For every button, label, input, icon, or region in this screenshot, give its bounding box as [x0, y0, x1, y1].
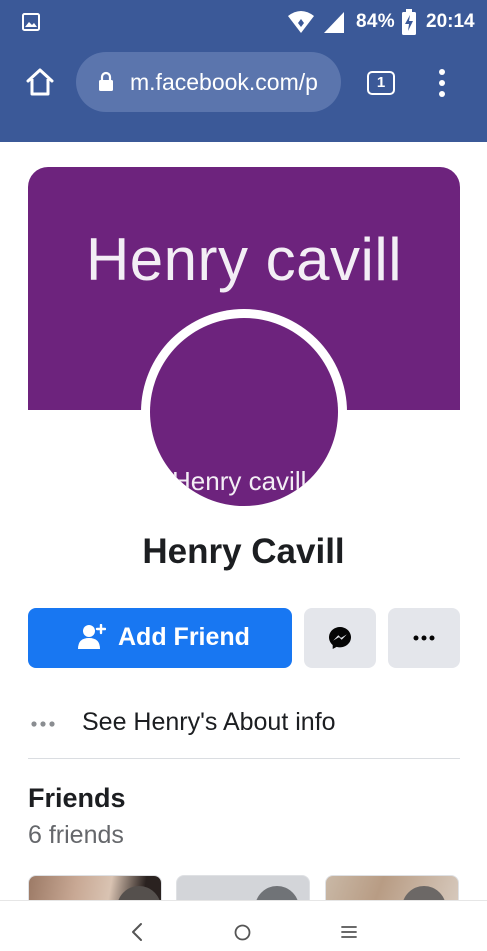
more-horizontal-icon — [31, 721, 55, 727]
back-icon[interactable] — [130, 922, 144, 942]
friends-heading: Friends — [28, 783, 126, 813]
messenger-icon — [329, 627, 351, 649]
add-friend-button[interactable]: Add Friend — [28, 608, 292, 668]
more-options-button[interactable] — [388, 608, 460, 668]
signal-icon — [324, 12, 344, 33]
battery-percentage: 84% — [356, 11, 395, 32]
navigation-bar — [0, 900, 487, 951]
image-icon — [22, 13, 40, 31]
home-circle-icon[interactable] — [234, 924, 251, 941]
address-bar[interactable]: m.facebook.com/p — [76, 52, 341, 112]
more-horizontal-icon — [413, 635, 435, 641]
more-vert-icon[interactable] — [430, 68, 454, 98]
clock: 20:14 — [426, 11, 475, 32]
add-friend-label: Add Friend — [118, 623, 250, 651]
status-bar: 84% 20:14 — [0, 0, 487, 44]
avatar-text: Henry cavill — [172, 466, 307, 496]
recents-icon[interactable] — [341, 924, 357, 940]
friends-count: 6 friends — [28, 821, 124, 849]
url-text: m.facebook.com/p — [130, 69, 318, 95]
add-friend-icon — [78, 624, 106, 649]
about-label: See Henry's About info — [82, 708, 336, 736]
divider — [28, 758, 460, 759]
browser-toolbar: m.facebook.com/p 1 — [0, 44, 487, 142]
tabs-icon[interactable]: 1 — [367, 71, 395, 95]
about-info-link[interactable]: See Henry's About info — [28, 702, 460, 744]
home-icon[interactable] — [24, 66, 56, 98]
battery-charging-icon — [402, 9, 416, 35]
cover-text: Henry cavill — [85, 226, 403, 293]
wifi-icon — [288, 11, 314, 33]
profile-name: Henry Cavill — [142, 532, 345, 571]
profile-picture: Henry cavill — [150, 318, 338, 506]
avatar[interactable]: Henry cavill — [141, 309, 347, 515]
lock-icon — [99, 71, 113, 91]
message-button[interactable] — [304, 608, 376, 668]
